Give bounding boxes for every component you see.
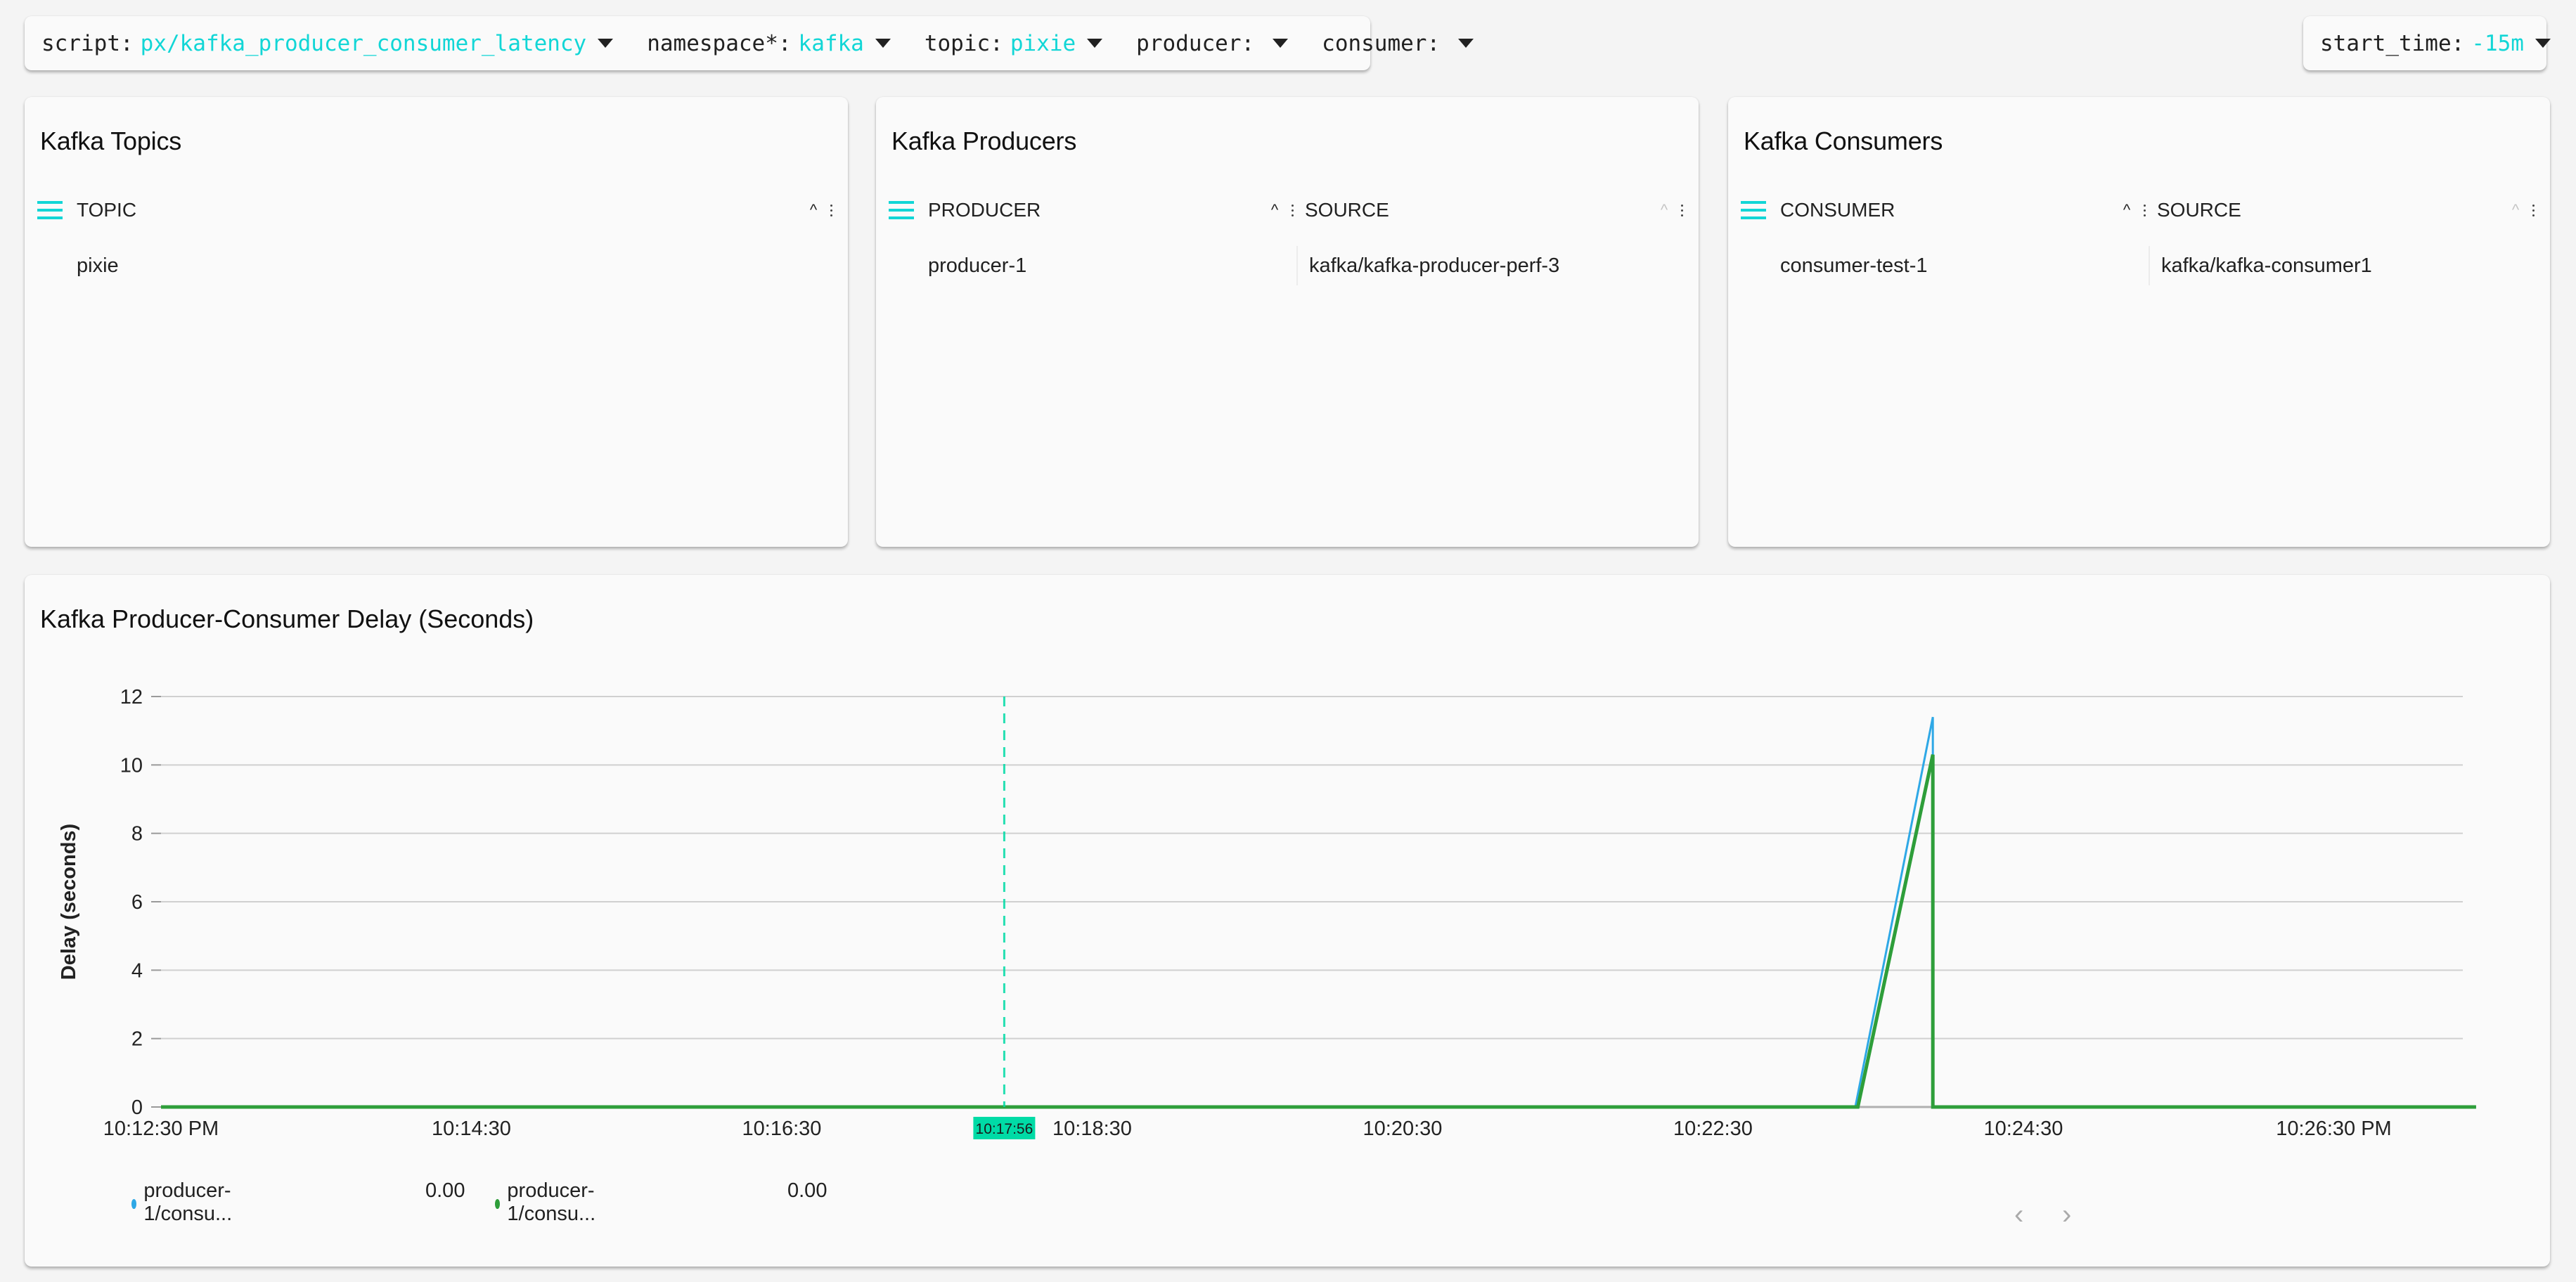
column-options-icon[interactable] <box>1677 204 1686 216</box>
column-header-source[interactable]: SOURCE ^ <box>2157 193 2537 227</box>
x-tick-label: 10:26:30 PM <box>2276 1118 2391 1140</box>
script-label: script: <box>41 30 134 56</box>
kafka-consumers-panel: Kafka Consumers CONSUMER ^ SOURCE ^ cons… <box>1728 97 2550 547</box>
y-tick-label: 2 <box>131 1028 143 1051</box>
start-time-label: start_time: <box>2320 30 2465 56</box>
x-tick-label: 10:18:30 <box>1052 1118 1132 1140</box>
series-color-dot <box>131 1199 137 1209</box>
column-divider <box>1296 246 1298 285</box>
hover-time-label: 10:17:56 <box>976 1121 1033 1137</box>
caret-down-icon <box>1087 39 1103 48</box>
y-tick-label: 0 <box>131 1096 143 1119</box>
namespace-value: kafka <box>798 30 864 56</box>
legend-item[interactable]: producer-1/consu... <box>495 1179 600 1226</box>
legend-label: producer-1/consu... <box>143 1179 233 1225</box>
panel-title: Kafka Producers <box>891 127 1077 155</box>
x-tick-label: 10:14:30 <box>432 1118 511 1140</box>
column-options-icon[interactable] <box>1288 204 1296 216</box>
column-header-consumer[interactable]: CONSUMER ^ <box>1780 193 2149 227</box>
delay-chart-panel: Kafka Producer-Consumer Delay (Seconds) … <box>25 575 2550 1267</box>
topic-selector[interactable]: topic: pixie <box>908 16 1119 70</box>
caret-down-icon <box>1273 39 1289 48</box>
consumer-label: consumer: <box>1322 30 1441 56</box>
column-options-icon[interactable] <box>2140 204 2149 216</box>
column-header-source[interactable]: SOURCE ^ <box>1305 193 1686 227</box>
script-selector[interactable]: script: px/kafka_producer_consumer_laten… <box>25 16 630 70</box>
x-tick-label: 10:22:30 <box>1673 1118 1753 1140</box>
kafka-topics-panel: Kafka Topics TOPIC ^ pixie <box>25 97 848 547</box>
table-row[interactable]: producer-1 kafka/kafka-producer-perf-3 <box>889 246 1686 285</box>
sort-icon[interactable]: ^ <box>2506 201 2525 219</box>
column-header-producer[interactable]: PRODUCER ^ <box>928 193 1296 227</box>
legend-value: 0.00 <box>787 1179 827 1202</box>
sort-ascending-icon[interactable]: ^ <box>2118 201 2136 219</box>
x-tick-label: 10:24:30 <box>1984 1118 2063 1140</box>
series-line[interactable] <box>161 754 2476 1109</box>
topic-label: topic: <box>924 30 1003 56</box>
legend-next-page-icon[interactable]: › <box>2062 1199 2071 1231</box>
x-tick-label: 10:12:30 PM <box>103 1118 219 1140</box>
panel-title: Kafka Consumers <box>1744 127 1943 155</box>
caret-down-icon <box>2535 39 2551 48</box>
x-tick-label: 10:16:30 <box>742 1118 822 1140</box>
topic-value: pixie <box>1010 30 1076 56</box>
y-tick-label: 4 <box>131 959 143 982</box>
cell-source: kafka/kafka-producer-perf-3 <box>1309 254 1560 277</box>
sort-ascending-icon[interactable]: ^ <box>1266 201 1284 219</box>
caret-down-icon <box>598 39 614 48</box>
consumer-selector[interactable]: consumer: <box>1305 16 1490 70</box>
legend-item[interactable]: producer-1/consu... <box>131 1179 237 1226</box>
caret-down-icon <box>875 39 891 48</box>
delay-line-chart[interactable]: 0 2 4 6 8 10 12 Delay (seconds) 10:12:30 PM 10:14… <box>25 575 2550 1267</box>
column-menu-icon[interactable] <box>1741 201 1766 219</box>
table-row[interactable]: consumer-test-1 kafka/kafka-consumer1 <box>1741 246 2537 285</box>
script-variables-bar: script: px/kafka_producer_consumer_laten… <box>25 16 1474 70</box>
table-header: PRODUCER ^ SOURCE ^ <box>889 193 1686 227</box>
column-divider <box>2149 246 2150 285</box>
namespace-label: namespace*: <box>647 30 792 56</box>
start-time-selector[interactable]: start_time: -15m <box>2303 16 2568 70</box>
legend-label: producer-1/consu... <box>507 1179 596 1225</box>
sort-icon[interactable]: ^ <box>1655 201 1673 219</box>
x-tick-label: 10:20:30 <box>1363 1118 1443 1140</box>
table-header: CONSUMER ^ SOURCE ^ <box>1741 193 2537 227</box>
y-tick-label: 10 <box>120 754 143 777</box>
column-options-icon[interactable] <box>827 204 835 216</box>
column-header-topic[interactable]: TOPIC ^ <box>77 193 835 227</box>
producer-label: producer: <box>1136 30 1255 56</box>
caret-down-icon <box>1458 39 1474 48</box>
start-time-bar: start_time: -15m <box>2303 16 2551 70</box>
cell-topic: pixie <box>77 254 119 277</box>
script-value: px/kafka_producer_consumer_latency <box>140 30 587 56</box>
kafka-producers-panel: Kafka Producers PRODUCER ^ SOURCE ^ prod… <box>876 97 1699 547</box>
series-line[interactable] <box>161 716 2476 1108</box>
column-options-icon[interactable] <box>2529 204 2537 216</box>
y-tick-label: 6 <box>131 891 143 914</box>
cell-producer: producer-1 <box>928 254 1027 277</box>
y-tick-label: 8 <box>131 823 143 846</box>
panel-title: Kafka Topics <box>40 127 182 155</box>
table-header: TOPIC ^ <box>37 193 835 227</box>
series-color-dot <box>495 1199 501 1209</box>
legend-value: 0.00 <box>425 1179 465 1202</box>
legend-prev-page-icon[interactable]: ‹ <box>2014 1199 2023 1231</box>
sort-ascending-icon[interactable]: ^ <box>804 201 823 219</box>
start-time-value: -15m <box>2471 30 2524 56</box>
producer-selector[interactable]: producer: <box>1119 16 1305 70</box>
column-menu-icon[interactable] <box>37 201 63 219</box>
table-row[interactable]: pixie <box>37 246 835 285</box>
cell-consumer: consumer-test-1 <box>1780 254 1928 277</box>
y-tick-label: 12 <box>120 686 143 708</box>
column-menu-icon[interactable] <box>889 201 914 219</box>
namespace-selector[interactable]: namespace*: kafka <box>630 16 908 70</box>
y-axis-label: Delay (seconds) <box>58 824 80 980</box>
cell-source: kafka/kafka-consumer1 <box>2161 254 2372 277</box>
